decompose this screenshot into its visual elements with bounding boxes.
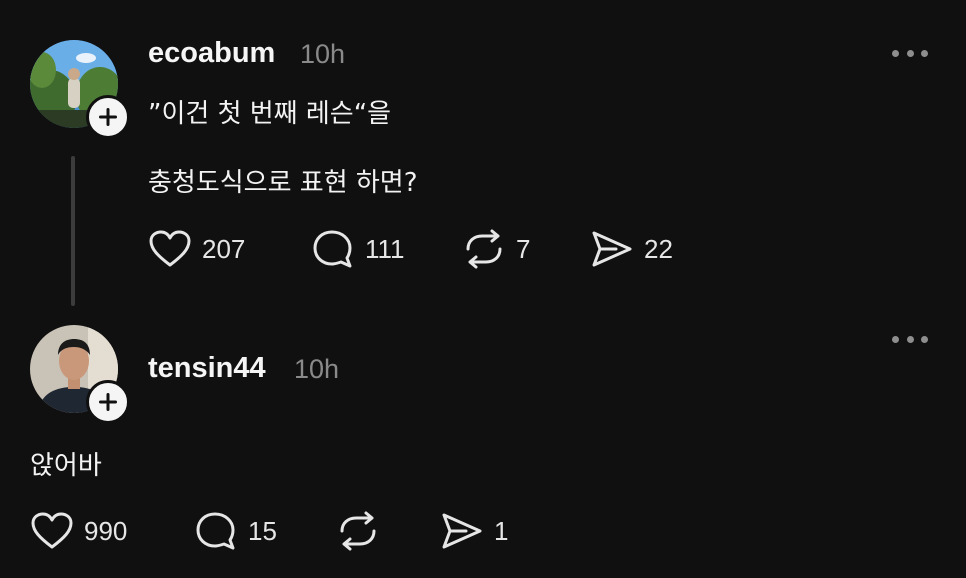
repost-icon [340, 511, 376, 551]
timestamp: 10h [300, 39, 346, 69]
plus-icon [99, 393, 117, 411]
repost-icon [466, 229, 502, 269]
share-button[interactable]: 1 [440, 511, 508, 551]
plus-icon [99, 108, 117, 126]
username[interactable]: ecoabum [148, 37, 275, 70]
heart-icon [31, 512, 73, 549]
share-icon [592, 231, 632, 267]
like-count: 990 [84, 515, 128, 546]
like-button[interactable]: 207 [148, 229, 245, 269]
username[interactable]: tensin44 [148, 352, 266, 385]
share-count: 1 [494, 515, 509, 546]
comment-icon [196, 512, 235, 550]
repost-count: 7 [516, 233, 531, 264]
reply-count: 15 [248, 515, 277, 546]
share-count: 22 [644, 233, 673, 264]
share-icon [442, 513, 482, 549]
reply-button[interactable]: 15 [194, 511, 277, 551]
repost-button[interactable]: 7 [462, 229, 530, 269]
reply-count: 111 [365, 233, 405, 264]
more-icon[interactable] [892, 48, 928, 58]
post-text-line: 앉어바 [30, 451, 102, 481]
like-count: 207 [202, 233, 246, 264]
more-icon[interactable] [892, 334, 928, 344]
thread-line [71, 156, 75, 306]
like-button[interactable]: 990 [30, 511, 127, 551]
post-tensin44: tensin44 10h 앉어바 990 15 1 [0, 318, 966, 578]
timestamp: 10h [294, 354, 340, 384]
comment-icon [313, 230, 352, 268]
follow-button[interactable] [86, 95, 130, 139]
post-ecoabum: ecoabum 10h ”이건 첫 번째 레슨“을 충청도식으로 표현 하면? … [0, 0, 966, 310]
share-button[interactable]: 22 [590, 229, 673, 269]
heart-icon [149, 230, 191, 267]
post-text-line: 충청도식으로 표현 하면? [148, 168, 418, 198]
follow-button[interactable] [86, 380, 130, 424]
reply-button[interactable]: 111 [311, 229, 405, 269]
post-text-line: ”이건 첫 번째 레슨“을 [148, 99, 392, 129]
repost-button[interactable] [336, 511, 390, 551]
